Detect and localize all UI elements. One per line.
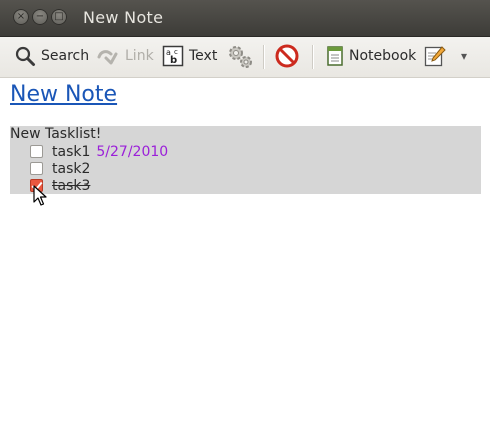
task-checkbox[interactable] [30,162,43,175]
task-item: task2 [30,160,90,177]
delete-icon [275,44,299,68]
search-label: Search [41,48,90,64]
link-button[interactable]: Link [96,37,154,75]
task-label[interactable]: task2 [52,161,90,177]
task-label[interactable]: task3 [52,178,90,194]
more-menu-button[interactable]: ▾ [461,37,467,75]
window-title: New Note [83,8,164,27]
tasklist: New Tasklist! task1 5/27/2010 task2 task… [10,126,481,194]
link-label: Link [125,48,154,64]
task-item: task1 5/27/2010 [30,143,168,160]
search-button[interactable]: Search [14,37,89,75]
maximize-button[interactable]: □ [51,9,67,25]
note-title[interactable]: New Note [10,82,117,107]
title-bar[interactable]: × − □ New Note [0,0,490,37]
task-due-date[interactable]: 5/27/2010 [96,144,168,160]
search-icon [14,45,36,67]
toolbar-separator [312,45,313,69]
text-icon: acb [162,45,184,67]
minimize-icon: − [35,11,45,22]
text-button[interactable]: acb Text [162,37,217,75]
close-button[interactable]: × [13,9,29,25]
notebook-button[interactable]: Notebook [326,37,416,75]
settings-button[interactable] [226,37,259,75]
minimize-button[interactable]: − [32,9,48,25]
chevron-down-icon: ▾ [461,49,468,63]
edit-button[interactable] [424,37,451,75]
link-icon [96,45,120,67]
text-label: Text [189,48,218,64]
toolbar-separator [263,45,264,69]
tasklist-title[interactable]: New Tasklist! [10,126,101,143]
edit-icon [424,45,446,67]
task-label[interactable]: task1 [52,144,90,160]
gear-icon [226,43,254,69]
note-window: × − □ New Note Search Link acb Text Note… [0,0,490,428]
notebook-icon [326,45,344,67]
mouse-pointer-icon [33,185,47,211]
maximize-icon: □ [54,11,64,22]
notebook-label: Notebook [349,48,417,64]
note-editor[interactable]: New Note New Tasklist! task1 5/27/2010 t… [0,78,490,428]
delete-button[interactable] [275,37,304,75]
close-icon: × [16,11,26,22]
svg-text:b: b [170,55,177,66]
toolbar: Search Link acb Text Notebook ▾ [0,37,490,78]
task-checkbox[interactable] [30,145,43,158]
